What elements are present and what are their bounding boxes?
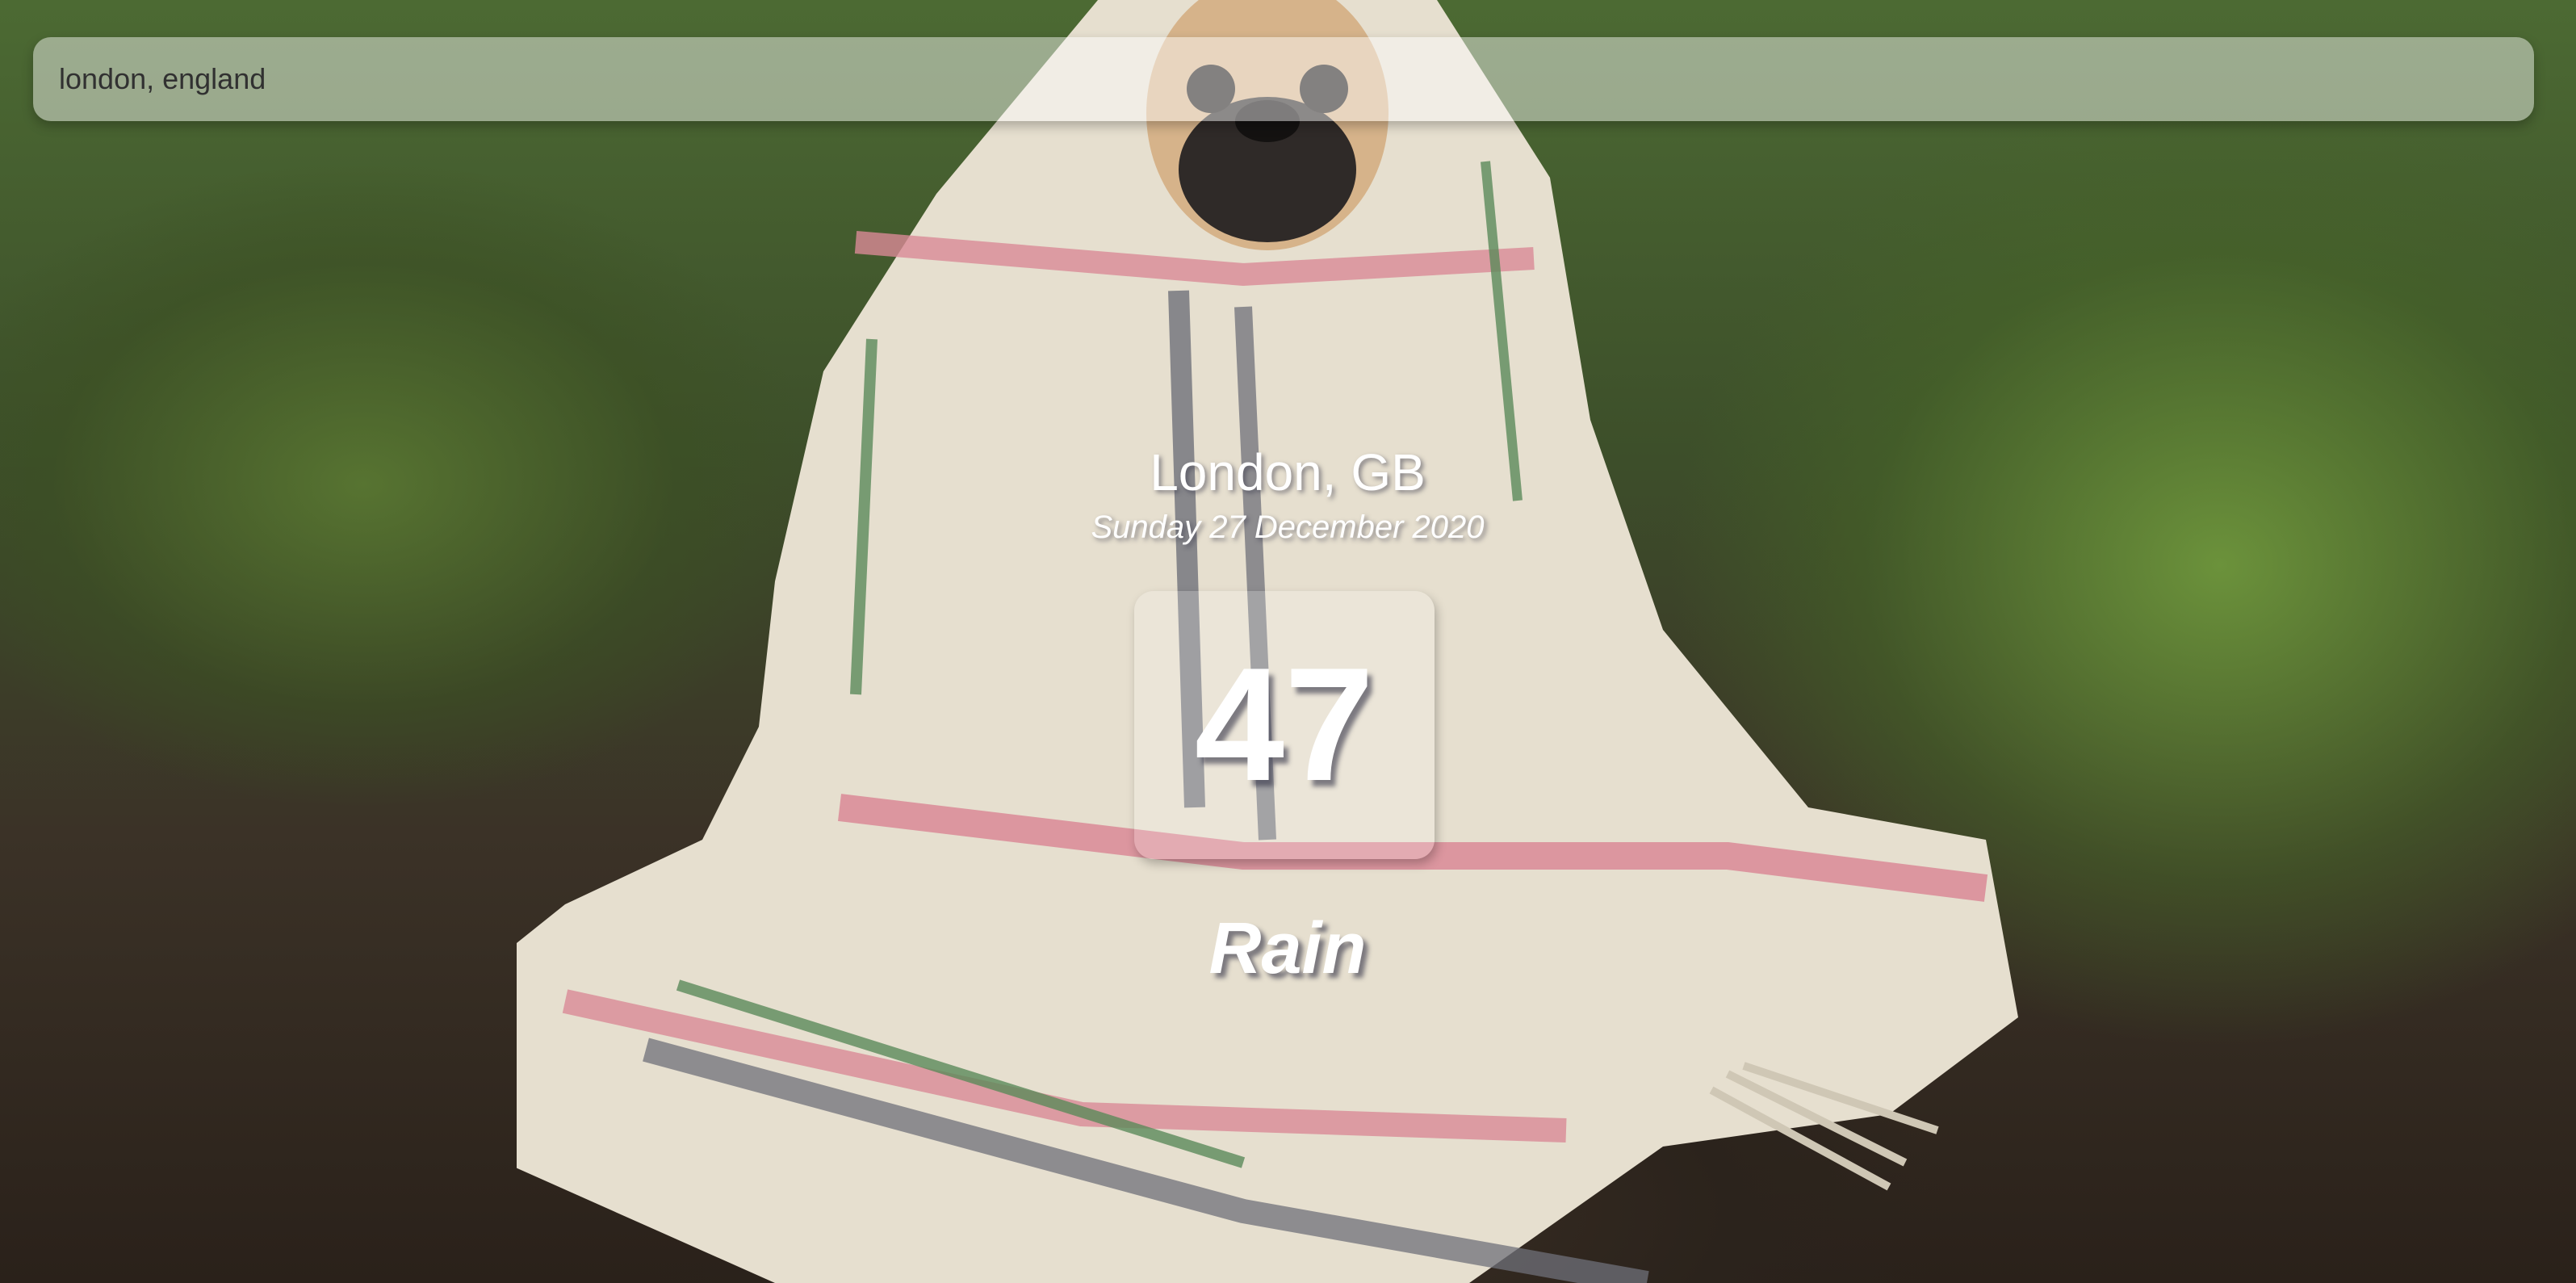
search-bar	[33, 37, 2534, 121]
weather-app: London, GB Sunday 27 December 2020 47 Ra…	[0, 0, 2576, 1283]
current-date: Sunday 27 December 2020	[1091, 509, 1485, 545]
weather-condition: Rain	[1208, 908, 1367, 989]
location-box: London, GB Sunday 27 December 2020	[884, 440, 1691, 550]
temperature-value: 47	[1194, 635, 1375, 815]
location-name: London, GB	[1150, 443, 1426, 501]
search-input[interactable]	[57, 46, 2510, 112]
temperature-box: 47	[1134, 591, 1435, 859]
